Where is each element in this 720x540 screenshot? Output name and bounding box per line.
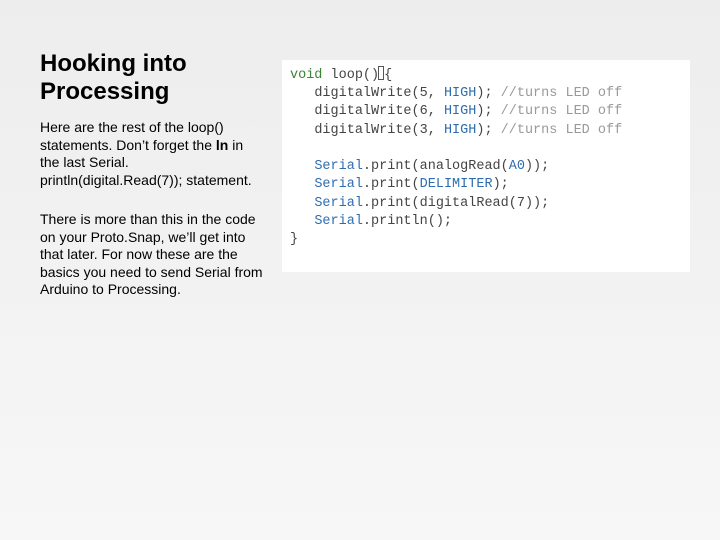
token-serial: Serial <box>314 159 363 174</box>
token-end: )); <box>525 159 549 174</box>
token-call: digitalWrite(6, <box>314 104 444 119</box>
token-serial: Serial <box>314 196 363 211</box>
token-arg: DELIMITER <box>420 177 493 192</box>
token-const: HIGH <box>444 104 476 119</box>
paragraph-2: There is more than this in the code on y… <box>40 211 265 299</box>
paragraph-1: Here are the rest of the loop() statemen… <box>40 119 265 189</box>
token-end: ); <box>476 86 492 101</box>
token-const: HIGH <box>444 123 476 138</box>
token-fn: loop <box>331 68 363 83</box>
token-arg: A0 <box>509 159 525 174</box>
token-rest: .println(); <box>363 214 452 229</box>
token-comment: //turns LED off <box>501 86 623 101</box>
token-const: HIGH <box>444 86 476 101</box>
code-snippet-panel: void loop() { digitalWrite(5, HIGH); //tu… <box>282 60 690 272</box>
token-serial: Serial <box>314 214 363 229</box>
token-serial: Serial <box>314 177 363 192</box>
token-rest: .print(digitalRead(7)); <box>363 196 549 211</box>
token-end: ); <box>493 177 509 192</box>
token-call: digitalWrite(5, <box>314 86 444 101</box>
token-close-brace: } <box>290 232 298 247</box>
slide-heading: Hooking into Processing <box>40 50 265 105</box>
token-end: ); <box>476 123 492 138</box>
para1-bold: ln <box>216 137 228 153</box>
token-brace: { <box>384 68 392 83</box>
token-paren: () <box>363 68 379 83</box>
token-comment: //turns LED off <box>501 104 623 119</box>
token-mid: .print( <box>363 177 420 192</box>
token-comment: //turns LED off <box>501 123 623 138</box>
code-content: void loop() { digitalWrite(5, HIGH); //tu… <box>290 66 682 249</box>
para1-part1: Here are the rest of the loop() statemen… <box>40 119 224 153</box>
token-keyword: void <box>290 68 322 83</box>
token-end: ); <box>476 104 492 119</box>
token-mid: .print(analogRead( <box>363 159 509 174</box>
token-call: digitalWrite(3, <box>314 123 444 138</box>
